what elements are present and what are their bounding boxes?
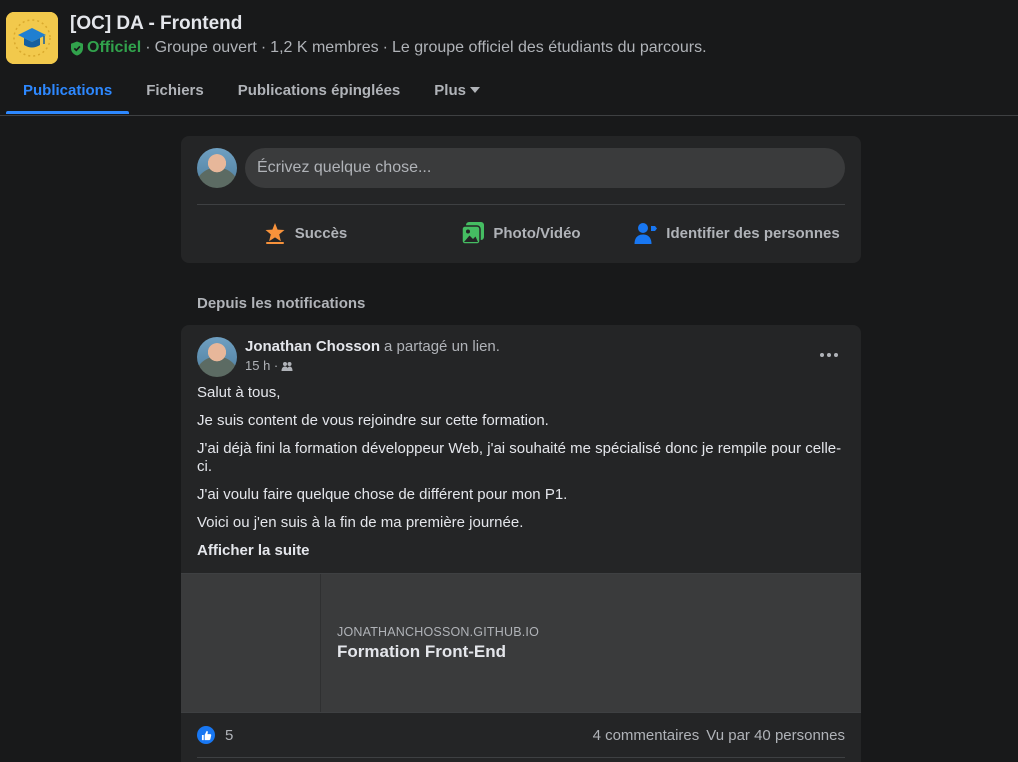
stats-right: 4 commentaires Vu par 40 personnes [593, 727, 845, 744]
photo-video-label: Photo/Vidéo [493, 224, 581, 242]
avatar[interactable] [197, 148, 237, 188]
divider [197, 757, 845, 758]
like-count[interactable]: 5 [225, 727, 233, 744]
post-paragraph: J'ai voulu faire quelque chose de différ… [197, 486, 568, 503]
link-preview[interactable]: JONATHANCHOSSON.GITHUB.IO Formation Fron… [181, 573, 861, 713]
group-title[interactable]: [OC] DA - Frontend [70, 13, 242, 35]
success-label: Succès [294, 224, 348, 242]
group-meta: Officiel · Groupe ouvert · 1,2 K membres… [70, 39, 711, 57]
group-members[interactable]: 1,2 K membres [270, 39, 378, 57]
tab-label: Plus [434, 81, 466, 99]
section-label: Depuis les notifications [197, 295, 366, 312]
group-tabs: Publications Fichiers Publications éping… [6, 66, 497, 114]
group-header: [OC] DA - Frontend Officiel · Groupe ouv… [0, 0, 1018, 116]
group-logo[interactable] [6, 12, 58, 64]
like-icon[interactable] [197, 726, 215, 744]
post-card: Jonathan Chosson a partagé un lien. 15 h … [181, 325, 861, 762]
post-time[interactable]: 15 h · [245, 358, 278, 373]
more-dot-icon [834, 353, 838, 357]
post-composer: Écrivez quelque chose... Succès Photo/Vi… [181, 136, 861, 263]
post-paragraph: Je suis content de vous rejoindre sur ce… [197, 412, 549, 429]
meta-separator: · [145, 39, 151, 56]
seen-by-count[interactable]: Vu par 40 personnes [706, 727, 845, 744]
see-more-link[interactable]: Afficher la suite [197, 542, 845, 560]
post-author-line: Jonathan Chosson a partagé un lien. [245, 338, 500, 355]
tab-fichiers[interactable]: Fichiers [129, 66, 221, 114]
link-text: JONATHANCHOSSON.GITHUB.IO Formation Fron… [321, 574, 539, 712]
more-dot-icon [827, 353, 831, 357]
tab-plus[interactable]: Plus [417, 66, 497, 114]
composer-input[interactable]: Écrivez quelque chose... [245, 148, 845, 188]
author-action: a partagé un lien. [384, 338, 500, 355]
tab-publications-epinglees[interactable]: Publications épinglées [221, 66, 418, 114]
success-button[interactable]: Succès [197, 213, 413, 253]
tab-label: Fichiers [146, 81, 204, 99]
post-body: Salut à tous, Je suis content de vous re… [197, 384, 845, 570]
tab-label: Publications épinglées [237, 81, 401, 99]
author-name[interactable]: Jonathan Chosson [245, 338, 380, 355]
link-title: Formation Front-End [337, 642, 507, 661]
meta-separator: · [260, 39, 267, 56]
tab-publications[interactable]: Publications [6, 66, 130, 114]
avatar[interactable] [197, 337, 237, 377]
link-domain: JONATHANCHOSSON.GITHUB.IO [337, 625, 540, 639]
comments-count[interactable]: 4 commentaires [593, 727, 700, 744]
group-privacy: Groupe ouvert [154, 39, 257, 56]
tag-people-label: Identifier des personnes [666, 224, 840, 242]
shield-icon [71, 41, 83, 55]
post-paragraph: J'ai déjà fini la formation développeur … [197, 440, 842, 475]
tag-people-button[interactable]: Identifier des personnes [629, 213, 845, 253]
post-meta: 15 h · [245, 358, 293, 373]
more-dot-icon [820, 353, 824, 357]
tab-label: Publications [23, 81, 113, 99]
post-paragraph: Voici ou j'en suis à la fin de ma premiè… [197, 514, 524, 531]
meta-separator: · [382, 39, 388, 56]
photo-video-button[interactable]: Photo/Vidéo [413, 213, 629, 253]
photo-icon [461, 222, 485, 245]
tag-people-icon [634, 223, 658, 244]
official-badge[interactable]: Officiel [70, 39, 141, 57]
post-options-button[interactable] [815, 345, 843, 365]
group-description: Le groupe officiel des étudiants du parc… [391, 39, 707, 56]
star-icon [265, 223, 285, 244]
link-thumbnail [181, 574, 321, 712]
post-paragraph: Salut à tous, [197, 384, 281, 401]
group-audience-icon [281, 361, 293, 371]
post-stats: 5 4 commentaires Vu par 40 personnes [197, 723, 845, 747]
caret-down-icon [469, 87, 480, 93]
divider [197, 204, 845, 205]
composer-actions: Succès Photo/Vidéo Identifier des person… [197, 213, 845, 253]
official-label: Officiel [87, 39, 142, 56]
